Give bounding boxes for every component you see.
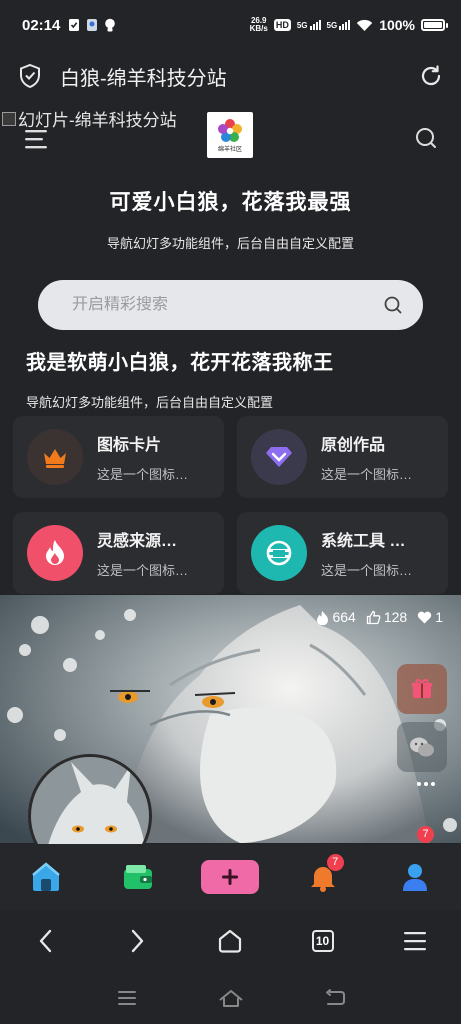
recent-apps-icon[interactable] <box>116 990 138 1006</box>
battery-percent: 100% <box>379 17 415 33</box>
tab-publish[interactable] <box>200 852 260 902</box>
home-nav-icon[interactable] <box>217 928 243 954</box>
thumbs-up-icon <box>366 610 381 624</box>
profile-badge: 7 <box>417 826 434 843</box>
sim1-label: 5G <box>296 21 308 30</box>
section-title: 我是软萌小白狼，花开花落我称王 <box>26 352 334 374</box>
section-subtitle: 导航幻灯多功能组件，后台自由自定义配置 <box>26 395 274 410</box>
back-icon[interactable] <box>35 928 57 954</box>
gift-button[interactable] <box>397 664 447 714</box>
checklist-icon <box>69 19 80 31</box>
tool-icon <box>266 540 292 566</box>
sim1-signal-icon: 5G <box>297 20 321 30</box>
site-logo[interactable]: 绵羊社区 <box>207 112 253 158</box>
card-desc: 这是一个图标… <box>321 467 413 482</box>
heart-icon <box>418 611 432 623</box>
views-stat: 664 <box>316 609 356 625</box>
search-icon[interactable] <box>414 126 438 150</box>
likes-stat[interactable]: 128 <box>366 609 407 625</box>
net-speed-unit: KB/s <box>249 24 268 33</box>
home-icon <box>32 862 60 891</box>
net-speed: 26.9 KB/s <box>250 17 268 33</box>
card-system-tools[interactable]: 系统工具 … 这是一个图标… <box>237 512 448 594</box>
system-home-icon[interactable] <box>218 988 244 1008</box>
tabs-count-button[interactable]: 10 <box>311 930 334 952</box>
flame-icon <box>46 540 64 565</box>
wechat-icon <box>410 737 434 757</box>
status-time: 02:14 <box>22 16 61 34</box>
post-stats: 664 128 1 <box>316 609 443 625</box>
diamond-icon <box>266 447 292 467</box>
page-title[interactable]: 白狼-绵羊科技分站 <box>60 62 227 91</box>
card-icon-bg <box>27 525 83 581</box>
bottom-tab-bar: 7 <box>0 844 461 910</box>
sim2-signal-icon: 5G <box>327 20 351 30</box>
card-original-works[interactable]: 原创作品 这是一个图标… <box>237 416 448 498</box>
tab-profile[interactable] <box>385 852 445 902</box>
broken-image-icon <box>2 111 16 126</box>
card-inspiration[interactable]: 灵感来源… 这是一个图标… <box>13 512 224 594</box>
lightbulb-icon <box>105 18 116 31</box>
card-desc: 这是一个图标… <box>97 467 189 482</box>
views-count: 664 <box>332 609 356 625</box>
logo-text: 绵羊社区 <box>217 147 242 153</box>
tab-home[interactable] <box>16 852 76 902</box>
shield-check-icon[interactable] <box>18 63 42 89</box>
app-notification-icon <box>87 19 98 31</box>
battery-icon <box>421 19 448 31</box>
likes-count: 128 <box>383 609 408 625</box>
gift-icon <box>412 679 432 698</box>
browser-nav-bar: 10 <box>0 910 461 972</box>
notification-badge: 7 <box>326 854 344 871</box>
wallet-icon <box>124 865 153 889</box>
crown-icon <box>44 449 66 468</box>
card-title: 系统工具 … <box>321 533 406 550</box>
forward-icon[interactable] <box>126 928 148 954</box>
status-notification-icons <box>68 18 116 33</box>
publish-button[interactable] <box>201 860 260 894</box>
tab-notifications[interactable]: 7 <box>293 852 353 902</box>
favorites-stat[interactable]: 1 <box>417 609 443 625</box>
card-icon-bg <box>251 429 307 485</box>
menu-icon[interactable] <box>403 930 427 952</box>
card-desc: 这是一个图标… <box>97 563 189 578</box>
system-back-icon[interactable] <box>324 988 346 1008</box>
card-title: 图标卡片 <box>97 437 162 454</box>
reload-icon[interactable] <box>419 64 443 88</box>
hero-subtitle: 导航幻灯多功能组件，后台自由自定义配置 <box>106 236 354 251</box>
user-icon <box>402 864 427 891</box>
status-right: 26.9 KB/s HD 5G 5G 100% <box>250 17 448 33</box>
flame-stat-icon <box>317 610 329 625</box>
hamburger-menu-icon[interactable] <box>24 128 50 150</box>
search-bar[interactable] <box>38 280 423 330</box>
card-title: 原创作品 <box>321 437 386 454</box>
plus-icon <box>222 869 239 885</box>
card-icon-bg <box>27 429 83 485</box>
system-nav-bar <box>0 972 461 1024</box>
flower-logo-icon <box>218 119 242 142</box>
browser-address-bar[interactable]: 白狼-绵羊科技分站 <box>0 50 461 102</box>
favorites-count: 1 <box>435 609 443 625</box>
more-dots-icon[interactable] <box>417 782 435 786</box>
card-desc: 这是一个图标… <box>321 563 413 578</box>
card-title: 灵感来源… <box>97 533 178 550</box>
tab-wallet[interactable] <box>108 852 168 902</box>
hero-title: 可爱小白狼，花落我最强 <box>109 191 352 214</box>
sim2-label: 5G <box>326 21 338 30</box>
search-input[interactable] <box>72 296 383 314</box>
web-page: 幻灯片-绵羊科技分站 绵羊社区 可爱小白狼，花落我最强 导航幻灯多功能组件，后台… <box>0 102 461 910</box>
search-submit-icon[interactable] <box>383 295 403 315</box>
hd-icon: HD <box>273 19 291 31</box>
wifi-icon <box>356 19 373 31</box>
card-icon-card[interactable]: 图标卡片 这是一个图标… <box>13 416 224 498</box>
card-icon-bg <box>251 525 307 581</box>
status-bar: 02:14 26.9 KB/s HD 5G 5G 100% <box>0 0 461 50</box>
wechat-button[interactable] <box>397 722 447 772</box>
